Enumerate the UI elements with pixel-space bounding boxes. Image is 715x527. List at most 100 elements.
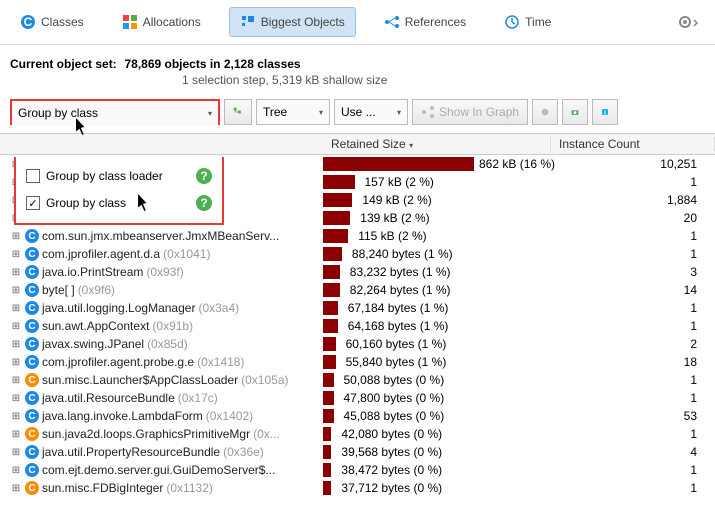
class-name: sun.awt.AppContext xyxy=(42,319,149,333)
expand-icon[interactable]: ⊞ xyxy=(10,231,22,242)
expand-icon[interactable]: ⊞ xyxy=(10,465,22,476)
address: (0x85d) xyxy=(147,337,188,351)
table-row[interactable]: ⊞Cjavax.swing.JPanel (0x85d)60,160 bytes… xyxy=(0,335,715,353)
info-button[interactable]: i xyxy=(592,99,618,125)
instance-count: 1 xyxy=(551,247,715,261)
size-text: 50,088 bytes (0 %) xyxy=(338,373,445,387)
expand-icon[interactable]: ⊞ xyxy=(10,321,22,332)
table-row[interactable]: ⊞Cjava.util.PropertyResourceBundle (0x36… xyxy=(0,443,715,461)
instance-count: 1 xyxy=(551,319,715,333)
main-tabs: CClasses Allocations Biggest Objects Ref… xyxy=(0,0,715,45)
col-retained-size[interactable]: Retained Size ▾ xyxy=(323,137,551,151)
table-row[interactable]: ⊞Csun.java2d.loops.GraphicsPrimitiveMgr … xyxy=(0,425,715,443)
size-text: 39,568 bytes (0 %) xyxy=(335,445,442,459)
table-row[interactable]: ⊞Cjava.util.ResourceBundle (0x17c)47,800… xyxy=(0,389,715,407)
chevron-down-icon: ▾ xyxy=(397,108,401,117)
size-bar xyxy=(323,373,334,387)
table-row[interactable]: ⊞Csun.misc.FDBigInteger (0x1132)37,712 b… xyxy=(0,479,715,497)
address: (0x1418) xyxy=(197,355,244,369)
size-bar xyxy=(323,211,350,225)
expand-icon[interactable]: ⊞ xyxy=(10,393,22,404)
col-instance-count[interactable]: Instance Count xyxy=(551,137,715,151)
size-bar xyxy=(323,193,352,207)
expand-icon[interactable]: ⊞ xyxy=(10,429,22,440)
expand-icon[interactable]: ⊞ xyxy=(10,375,22,386)
tab-references-label: References xyxy=(405,15,466,29)
class-icon: C xyxy=(25,319,39,333)
help-icon[interactable]: ? xyxy=(196,168,212,184)
tab-allocations[interactable]: Allocations xyxy=(112,8,211,36)
size-bar xyxy=(323,445,331,459)
class-icon: C xyxy=(25,409,39,423)
sort-desc-icon: ▾ xyxy=(409,141,413,150)
instance-count: 53 xyxy=(551,409,715,423)
tree-combo[interactable]: Tree▾ xyxy=(256,99,330,125)
table-row[interactable]: ⊞Cbyte[ ] (0x9f6)82,264 bytes (1 %)14 xyxy=(0,281,715,299)
table-row[interactable]: ⊞Cjava.io.PrintStream (0x93f)83,232 byte… xyxy=(0,263,715,281)
tab-references[interactable]: References xyxy=(374,8,476,36)
dropdown-item-class[interactable]: ✓ Group by class ? xyxy=(18,189,220,217)
class-icon: C xyxy=(25,355,39,369)
expand-icon[interactable]: ⊞ xyxy=(10,411,22,422)
instance-count: 20 xyxy=(551,211,715,225)
class-icon: C xyxy=(25,463,39,477)
table-row[interactable]: ⊞Ccom.jprofiler.agent.d.a (0x1041)88,240… xyxy=(0,245,715,263)
size-text: 82,264 bytes (1 %) xyxy=(344,283,451,297)
class-icon: C xyxy=(25,247,39,261)
size-bar xyxy=(323,337,336,351)
expand-icon[interactable]: ⊞ xyxy=(10,483,22,494)
table-row[interactable]: ⊞Ccom.sun.jmx.mbeanserver.JmxMBeanServ..… xyxy=(0,227,715,245)
dropdown-item-class-loader[interactable]: Group by class loader ? xyxy=(18,163,220,189)
chevron-down-icon: ▾ xyxy=(208,109,212,118)
table-row[interactable]: ⊞Ccom.ejt.demo.server.gui.GuiDemoServer$… xyxy=(0,461,715,479)
instance-count: 1 xyxy=(551,427,715,441)
address: (0x1132) xyxy=(166,481,212,495)
use-combo[interactable]: Use ...▾ xyxy=(334,99,408,125)
help-icon[interactable]: ? xyxy=(196,195,212,211)
expand-icon[interactable]: ⊞ xyxy=(10,447,22,458)
size-text: 149 kB (2 %) xyxy=(356,193,431,207)
instance-count: 10,251 xyxy=(551,157,715,171)
tab-time[interactable]: Time xyxy=(494,8,561,36)
tab-biggest-objects[interactable]: Biggest Objects xyxy=(229,7,356,37)
expand-icon[interactable]: ⊞ xyxy=(10,285,22,296)
tree-view-icon-button[interactable] xyxy=(224,99,252,125)
expand-icon[interactable]: ⊞ xyxy=(10,267,22,278)
expand-icon[interactable]: ⊞ xyxy=(10,303,22,314)
gear-button[interactable] xyxy=(532,99,558,125)
expand-icon[interactable]: ⊞ xyxy=(10,249,22,260)
size-bar xyxy=(323,229,348,243)
dropdown-label: Group by class loader xyxy=(46,169,163,183)
group-by-combo[interactable]: Group by class▾ xyxy=(10,99,220,125)
show-in-graph-button[interactable]: Show In Graph xyxy=(412,99,528,125)
settings-button[interactable] xyxy=(677,14,705,30)
summary-title: Current object set: 78,869 objects in 2,… xyxy=(10,55,705,71)
instance-count: 14 xyxy=(551,283,715,297)
size-text: 83,232 bytes (1 %) xyxy=(344,265,451,279)
table-header: Retained Size ▾ Instance Count xyxy=(0,133,715,155)
svg-text:i: i xyxy=(604,109,606,116)
tab-allocations-label: Allocations xyxy=(143,15,201,29)
size-text: 67,184 bytes (1 %) xyxy=(342,301,449,315)
summary-panel: Current object set: 78,869 objects in 2,… xyxy=(0,45,715,91)
table-row[interactable]: ⊞Ccom.jprofiler.agent.probe.g.e (0x1418)… xyxy=(0,353,715,371)
expand-icon[interactable]: ⊞ xyxy=(10,357,22,368)
instance-count: 2 xyxy=(551,337,715,351)
tab-classes[interactable]: CClasses xyxy=(10,8,94,36)
clock-icon xyxy=(504,14,520,30)
table-row[interactable]: ⊞Csun.awt.AppContext (0x91b)64,168 bytes… xyxy=(0,317,715,335)
instance-count: 1 xyxy=(551,373,715,387)
expand-icon[interactable]: ⊞ xyxy=(10,339,22,350)
instance-count: 3 xyxy=(551,265,715,279)
address: (0x17c) xyxy=(178,391,218,405)
summary-sub: 1 selection step, 5,319 kB shallow size xyxy=(182,73,705,87)
snapshot-button[interactable] xyxy=(562,99,588,125)
class-name: com.ejt.demo.server.gui.GuiDemoServer$..… xyxy=(42,463,275,477)
tab-biggest-label: Biggest Objects xyxy=(261,15,345,29)
tab-classes-label: Classes xyxy=(41,15,84,29)
size-text: 60,160 bytes (1 %) xyxy=(340,337,447,351)
size-text: 47,800 bytes (0 %) xyxy=(338,391,445,405)
table-row[interactable]: ⊞Cjava.lang.invoke.LambdaForm (0x1402)45… xyxy=(0,407,715,425)
table-row[interactable]: ⊞Csun.misc.Launcher$AppClassLoader (0x10… xyxy=(0,371,715,389)
table-row[interactable]: ⊞Cjava.util.logging.LogManager (0x3a4)67… xyxy=(0,299,715,317)
